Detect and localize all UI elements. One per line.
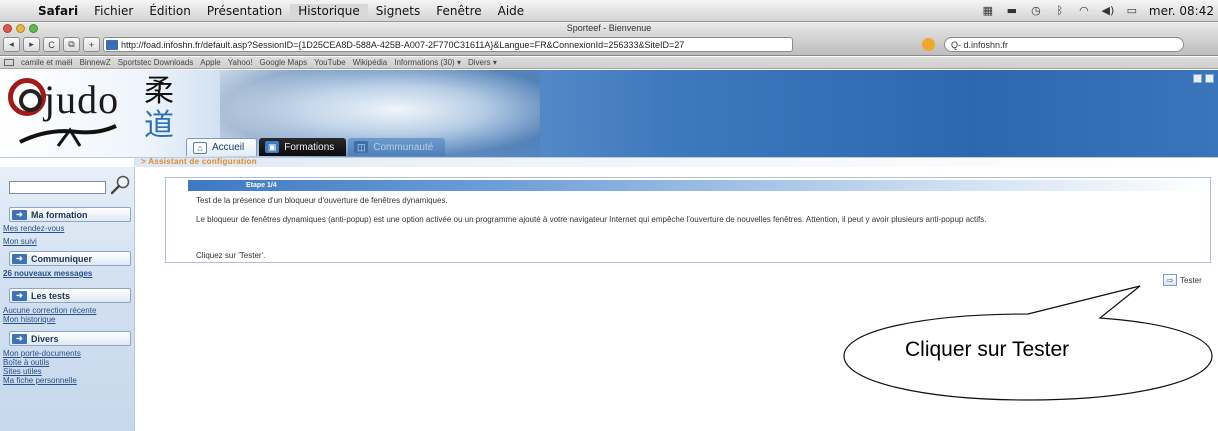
window-title: Sporteef - Bienvenue	[566, 23, 652, 33]
link-sites-utiles[interactable]: Sites utiles	[3, 367, 42, 376]
menu-app-safari[interactable]: Safari	[30, 4, 86, 18]
menu-aide[interactable]: Aide	[490, 4, 533, 18]
formations-icon: ▣	[265, 141, 280, 153]
tab-label: Formations	[284, 141, 335, 153]
display-icon[interactable]: ▦	[981, 4, 995, 17]
bookmark-item[interactable]: Yahoo!	[228, 58, 253, 67]
site-search-input[interactable]	[9, 181, 106, 194]
bluetooth-icon[interactable]: ᛒ	[1053, 4, 1067, 17]
link-mon-suivi[interactable]: Mon suivi	[3, 237, 37, 246]
search-field-value: Q- d.infoshn.fr	[951, 39, 1009, 50]
link-mon-historique[interactable]: Mon historique	[3, 315, 55, 324]
logo-text: judo	[44, 77, 120, 122]
site-favicon-icon	[106, 39, 118, 50]
sidebar-section-communiquer[interactable]: ➜ Communiquer	[9, 251, 131, 266]
bookmark-item[interactable]: Google Maps	[260, 58, 308, 67]
snapback-button[interactable]: ⧉	[63, 37, 80, 52]
wizard-text-line2: Le bloqueur de fenêtres dynamiques (anti…	[196, 215, 987, 224]
search-field[interactable]: Q- d.infoshn.fr	[944, 37, 1184, 52]
wizard-text-line1: Test de la présence d'un bloqueur d'ouve…	[196, 196, 448, 205]
bookmarks-bar: camile et maël BinnewZ Sportstec Downloa…	[0, 57, 1218, 69]
reload-button[interactable]: C	[43, 37, 60, 52]
wizard-text-line3: Cliquez sur 'Tester'.	[196, 251, 266, 260]
tab-label: Accueil	[212, 142, 245, 153]
tab-communaute[interactable]: ◫ Communauté	[348, 138, 446, 156]
wizard-step-title: Etape 1/4	[246, 182, 277, 189]
link-aucune-correction[interactable]: Aucune correction récente	[3, 306, 96, 315]
callout-text: Cliquer sur Tester	[905, 338, 1070, 361]
address-bar[interactable]: http://foad.infoshn.fr/default.asp?Sessi…	[103, 37, 793, 52]
sidebar-section-title: Communiquer	[31, 253, 93, 264]
sidebar-section-les-tests[interactable]: ➜ Les tests	[9, 288, 131, 303]
sidebar-section-ma-formation[interactable]: ➜ Ma formation	[9, 207, 131, 222]
time-machine-icon[interactable]: ◷	[1029, 4, 1043, 17]
arrow-right-icon: ➜	[12, 253, 27, 264]
menu-historique[interactable]: Historique	[290, 3, 368, 18]
ejudo-logo[interactable]: judo 柔 道	[8, 74, 198, 154]
breadcrumb: > Assistant de configuration	[141, 157, 257, 166]
battery-icon[interactable]: ▭	[1125, 4, 1139, 17]
wifi-icon[interactable]: ◠	[1077, 4, 1091, 17]
link-fiche-personnelle[interactable]: Ma fiche personnelle	[3, 376, 77, 385]
wizard-panel: Etape 1/4 Test de la présence d'un bloqu…	[165, 177, 1211, 263]
browser-toolbar: ◂ ▸ C ⧉ + http://foad.infoshn.fr/default…	[0, 34, 1218, 56]
menubar-clock[interactable]: mer. 08:42	[1149, 4, 1214, 18]
bookmark-item[interactable]: Sportstec Downloads	[118, 58, 194, 67]
bookmark-item[interactable]: BinnewZ	[80, 58, 111, 67]
community-icon: ◫	[354, 141, 369, 153]
status-area: ▦ ▬ ◷ ᛒ ◠ ◀) ▭ mer. 08:42	[981, 4, 1218, 18]
home-icon: ⌂	[193, 141, 207, 154]
logo-brush-stroke-icon	[19, 124, 117, 147]
tab-accueil[interactable]: ⌂ Accueil	[186, 138, 258, 156]
logo-at-icon	[8, 78, 46, 116]
add-bookmark-button[interactable]: +	[83, 37, 100, 52]
main-nav: ⌂ Accueil ▣ Formations ◫ Communauté	[186, 138, 446, 156]
tab-formations[interactable]: ▣ Formations	[259, 138, 347, 156]
bookmarks-book-icon[interactable]	[4, 59, 14, 66]
bookmark-item[interactable]: Apple	[200, 58, 220, 67]
volume-icon[interactable]: ◀)	[1101, 4, 1115, 17]
rss-icon[interactable]	[922, 38, 935, 51]
site-header: judo 柔 道 ⌂ Accueil ▣ Formations ◫ Commun…	[0, 70, 1218, 158]
header-tool-icon[interactable]	[1193, 74, 1202, 83]
bookmark-item[interactable]: YouTube	[314, 58, 345, 67]
link-mes-rendez-vous[interactable]: Mes rendez-vous	[3, 224, 64, 233]
logo-kanji-ju: 柔	[144, 74, 174, 109]
menu-signets[interactable]: Signets	[368, 4, 429, 18]
sidebar: ➜ Ma formation Mes rendez-vous Mon suivi…	[0, 167, 135, 431]
sidebar-section-title: Divers	[31, 333, 59, 344]
bookmark-item[interactable]: camile et maël	[21, 58, 73, 67]
bookmark-item[interactable]: Wikipédia	[353, 58, 388, 67]
back-button[interactable]: ◂	[3, 37, 20, 52]
link-nouveaux-messages[interactable]: 26 nouveaux messages	[3, 269, 92, 278]
menu-fichier[interactable]: Fichier	[86, 4, 141, 18]
monitor-icon[interactable]: ▬	[1005, 4, 1019, 17]
bookmark-folder[interactable]: Divers ▾	[468, 58, 497, 67]
menu-fenetre[interactable]: Fenêtre	[428, 4, 489, 18]
wizard-step-header: Etape 1/4	[188, 180, 1208, 191]
link-porte-documents[interactable]: Mon porte-documents	[3, 349, 81, 358]
sidebar-section-title: Les tests	[31, 290, 71, 301]
link-boite-a-outils[interactable]: Boîte à outils	[3, 358, 49, 367]
menu-bar: Safari Fichier Édition Présentation Hist…	[0, 0, 1218, 22]
arrow-right-icon: ➜	[12, 290, 27, 301]
forward-button[interactable]: ▸	[23, 37, 40, 52]
tab-label: Communauté	[373, 141, 434, 153]
logo-kanji-do: 道	[144, 108, 174, 143]
menu-edition[interactable]: Édition	[141, 4, 199, 18]
menu-presentation[interactable]: Présentation	[199, 4, 290, 18]
header-tools	[1193, 74, 1214, 83]
arrow-right-icon: ➜	[12, 209, 27, 220]
address-url: http://foad.infoshn.fr/default.asp?Sessi…	[121, 39, 685, 50]
arrow-right-icon: ➜	[12, 333, 27, 344]
search-icon[interactable]	[109, 174, 131, 196]
bookmark-folder[interactable]: Informations (30) ▾	[394, 58, 461, 67]
sidebar-section-title: Ma formation	[31, 209, 88, 220]
header-minimize-icon[interactable]	[1205, 74, 1214, 83]
sidebar-section-divers[interactable]: ➜ Divers	[9, 331, 131, 346]
